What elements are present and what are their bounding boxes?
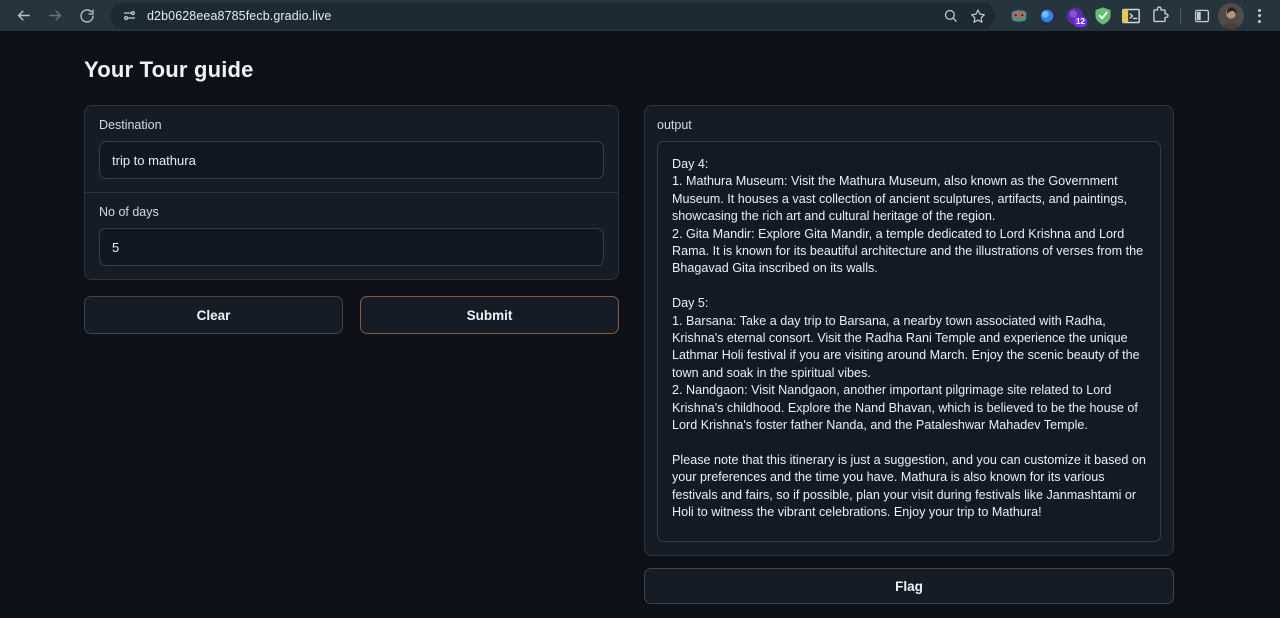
page-content: Your Tour guide Destination No of days C… xyxy=(0,31,1280,618)
search-zoom-icon[interactable] xyxy=(939,5,961,27)
destination-field-block: Destination xyxy=(85,106,618,192)
browser-menu-button[interactable] xyxy=(1246,3,1272,29)
adguard-shield-icon[interactable] xyxy=(1089,3,1117,29)
blue-orb-extension-icon[interactable] xyxy=(1033,3,1061,29)
side-panel-icon[interactable] xyxy=(1188,3,1216,29)
input-form-panel: Destination No of days xyxy=(84,105,619,280)
output-label: output xyxy=(657,118,692,132)
flag-button[interactable]: Flag xyxy=(644,568,1174,604)
reload-icon xyxy=(80,8,94,23)
browser-toolbar: d2b0628eea8785fecb.gradio.live 12 xyxy=(0,0,1280,31)
input-column: Destination No of days Clear Submit xyxy=(84,105,619,334)
back-arrow-icon xyxy=(17,10,30,21)
star-icon[interactable] xyxy=(967,5,989,27)
toolbar-divider xyxy=(1180,7,1181,24)
purple-badge-extension-icon[interactable]: 12 xyxy=(1061,3,1089,29)
terminal-console-icon[interactable] xyxy=(1117,3,1145,29)
address-bar[interactable]: d2b0628eea8785fecb.gradio.live xyxy=(110,2,995,29)
days-field-block: No of days xyxy=(85,192,618,279)
days-label: No of days xyxy=(99,205,159,219)
tune-sliders-icon[interactable] xyxy=(120,7,138,25)
forward-button[interactable] xyxy=(40,3,70,29)
extensions-area: 12 xyxy=(1001,2,1272,29)
output-textbox[interactable]: Day 4: 1. Mathura Museum: Visit the Math… xyxy=(657,141,1161,542)
days-input[interactable] xyxy=(99,228,604,266)
back-button[interactable] xyxy=(8,3,38,29)
destination-label: Destination xyxy=(99,118,162,132)
output-column: output Day 4: 1. Mathura Museum: Visit t… xyxy=(644,105,1174,604)
extension-badge-count: 12 xyxy=(1074,16,1087,27)
goggles-extension-icon[interactable] xyxy=(1005,3,1033,29)
main-columns: Destination No of days Clear Submit outp… xyxy=(0,83,1280,604)
form-button-row: Clear Submit xyxy=(84,296,619,334)
clear-button[interactable]: Clear xyxy=(84,296,343,334)
submit-button[interactable]: Submit xyxy=(360,296,619,334)
reload-button[interactable] xyxy=(72,3,102,29)
forward-arrow-icon xyxy=(48,10,61,21)
puzzle-extensions-icon[interactable] xyxy=(1145,3,1173,29)
url-text: d2b0628eea8785fecb.gradio.live xyxy=(147,8,332,23)
avatar[interactable] xyxy=(1218,2,1244,29)
page-title: Your Tour guide xyxy=(84,57,254,82)
destination-input[interactable] xyxy=(99,141,604,179)
output-panel: output Day 4: 1. Mathura Museum: Visit t… xyxy=(644,105,1174,556)
output-text: Day 4: 1. Mathura Museum: Visit the Math… xyxy=(672,157,1146,520)
